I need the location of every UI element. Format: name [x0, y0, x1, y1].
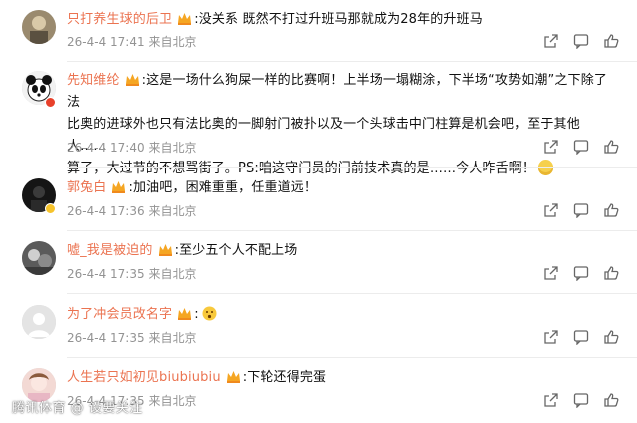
avatar[interactable] — [22, 305, 56, 339]
surprised-emoji-icon — [202, 306, 217, 321]
comment-text: :这是一场什么狗屎一样的比赛啊！上半场一塌糊涂，下半场“攻势如潮”之下除了法 — [67, 73, 608, 110]
username-link[interactable]: 只打养生球的后卫 — [67, 12, 172, 27]
comment-text: 算了，大过节的不想骂街了。PS:咱这守门员的门前技术真的是……今人咋舌啊！ — [67, 161, 536, 176]
comment-icon[interactable] — [573, 202, 589, 218]
comment-icon[interactable] — [573, 392, 589, 408]
comment-time: 26-4-4 17:41 — [67, 35, 145, 49]
comment-text: :没关系 既然不打过升班马那就成为28年的升班马 — [194, 12, 483, 27]
member-crown-icon — [178, 308, 192, 320]
avatar[interactable] — [22, 241, 56, 275]
share-icon[interactable] — [543, 392, 559, 408]
username-link[interactable]: 为了冲会员改名字 — [67, 307, 172, 322]
comment-icon[interactable] — [573, 329, 589, 345]
member-crown-icon — [226, 371, 240, 383]
like-icon[interactable] — [603, 139, 619, 155]
comment-time: 26-4-4 17:40 — [67, 141, 145, 155]
share-icon[interactable] — [543, 329, 559, 345]
divider — [67, 167, 637, 168]
avatar[interactable] — [22, 10, 56, 44]
divider — [67, 61, 637, 62]
verified-badge — [45, 97, 56, 108]
divider — [67, 357, 637, 358]
like-icon[interactable] — [603, 33, 619, 49]
comment-location: 来自北京 — [148, 267, 197, 281]
comment-text: :加油吧，困难重重，任重道远！ — [128, 180, 318, 195]
username-link[interactable]: 先知维纶 — [67, 73, 120, 88]
comment-icon[interactable] — [573, 265, 589, 281]
comment-icon[interactable] — [573, 33, 589, 49]
share-icon[interactable] — [543, 139, 559, 155]
like-icon[interactable] — [603, 265, 619, 281]
verified-badge — [45, 203, 56, 214]
comment-text: :下轮还得完蛋 — [242, 370, 327, 385]
username-link[interactable]: 人生若只如初见biubiubiu — [67, 370, 221, 385]
divider — [67, 230, 637, 231]
like-icon[interactable] — [603, 329, 619, 345]
username-link[interactable]: 嘘_我是被迫的 — [67, 243, 153, 258]
comment-time: 26-4-4 17:36 — [67, 204, 145, 218]
divider — [67, 293, 637, 294]
comment-time: 26-4-4 17:35 — [67, 331, 145, 345]
comment-time: 26-4-4 17:35 — [67, 267, 145, 281]
watermark: 腾讯体育 @ 设要关注 — [12, 401, 143, 416]
member-crown-icon — [158, 244, 172, 256]
member-crown-icon — [112, 181, 126, 193]
username-link[interactable]: 郭兔白 — [67, 180, 106, 195]
member-crown-icon — [178, 13, 192, 25]
comment-icon[interactable] — [573, 139, 589, 155]
comment-text: :至少五个人不配上场 — [174, 243, 298, 258]
comment-location: 来自北京 — [148, 394, 197, 408]
member-crown-icon — [125, 74, 139, 86]
comment-text: : — [194, 307, 199, 322]
comment-location: 来自北京 — [148, 141, 197, 155]
comment-location: 来自北京 — [148, 35, 197, 49]
share-icon[interactable] — [543, 33, 559, 49]
comment-location: 来自北京 — [148, 331, 197, 345]
like-icon[interactable] — [603, 202, 619, 218]
share-icon[interactable] — [543, 265, 559, 281]
like-icon[interactable] — [603, 392, 619, 408]
comment-location: 来自北京 — [148, 204, 197, 218]
share-icon[interactable] — [543, 202, 559, 218]
